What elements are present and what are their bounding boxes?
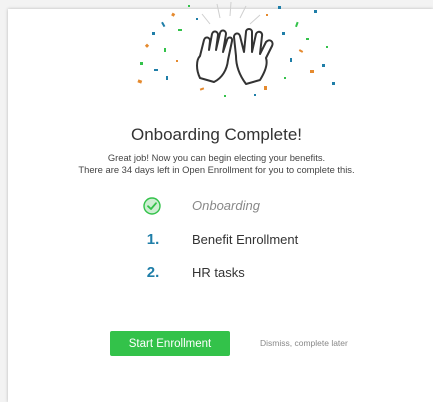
step-benefit-enrollment: 1. Benefit Enrollment xyxy=(0,231,433,251)
hands xyxy=(196,28,274,85)
step-label-onboarding: Onboarding xyxy=(192,198,260,213)
step-label-benefit-enrollment: Benefit Enrollment xyxy=(192,232,299,247)
step-label-hr-tasks: HR tasks xyxy=(192,265,245,280)
step-onboarding: Onboarding xyxy=(0,197,433,217)
page-subtitle: Great job! Now you can begin electing yo… xyxy=(0,152,433,176)
dismiss-link[interactable]: Dismiss, complete later xyxy=(260,338,348,348)
step-number: 2. xyxy=(146,264,160,281)
subtitle-line-1: Great job! Now you can begin electing yo… xyxy=(107,152,326,163)
step-number: 1. xyxy=(146,231,160,248)
subtitle-line-2: There are 34 days left in Open Enrollmen… xyxy=(78,164,355,175)
start-enrollment-button[interactable]: Start Enrollment xyxy=(110,331,230,356)
page-title: Onboarding Complete! xyxy=(130,125,303,144)
burst-lines xyxy=(201,1,261,25)
step-hr-tasks: 2. HR tasks xyxy=(0,264,433,284)
check-circle-icon xyxy=(143,197,161,215)
high-five-hands-icon xyxy=(137,1,335,97)
